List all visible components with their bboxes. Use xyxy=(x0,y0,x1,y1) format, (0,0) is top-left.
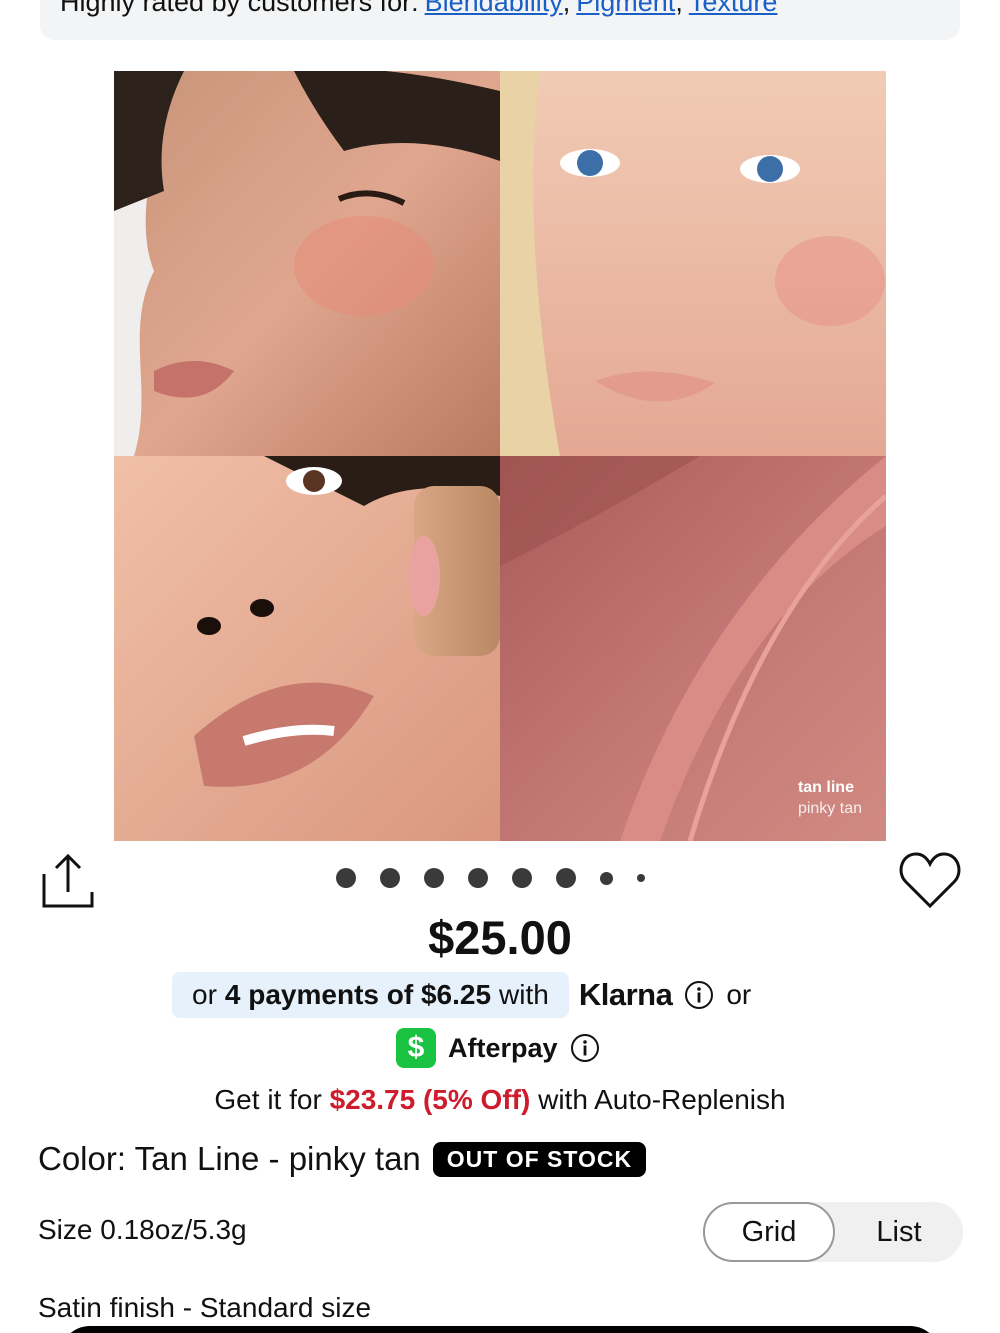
afterpay-info-icon[interactable] xyxy=(570,1033,600,1063)
color-label: Color: Tan Line - pinky tan xyxy=(38,1140,421,1177)
view-toggle[interactable]: Grid List xyxy=(703,1202,963,1262)
grid-view-button[interactable]: Grid xyxy=(703,1202,835,1262)
carousel-dots[interactable] xyxy=(336,868,645,888)
carousel-dot[interactable] xyxy=(600,871,613,885)
afterpay-row[interactable]: $ Afterpay xyxy=(396,1028,600,1068)
tag-link-pigment[interactable]: Pigment xyxy=(576,0,675,18)
klarna-or: or xyxy=(192,979,217,1010)
product-price: $25.00 xyxy=(428,911,572,964)
swatch-shade-sub: pinky tan xyxy=(797,800,862,817)
replenish-prefix: Get it for xyxy=(214,1084,322,1115)
afterpay-label: Afterpay xyxy=(448,1032,558,1063)
finish-label: Satin finish - Standard size xyxy=(38,1292,372,1323)
tag-link-blendability[interactable]: Blendability xyxy=(425,0,563,18)
klarna-pill[interactable]: or 4 payments of $6.25 with xyxy=(172,972,569,1018)
klarna-logo: Klarna xyxy=(578,977,673,1012)
rated-banner: Highly rated by customers for: Blendabil… xyxy=(40,0,960,40)
cashapp-icon: $ xyxy=(396,1028,436,1068)
auto-replenish-text: Get it for $23.75 (5% Off) with Auto-Rep… xyxy=(0,1084,1000,1116)
klarna-with: with xyxy=(499,979,549,1010)
rated-prefix: Highly rated by customers for: xyxy=(60,0,419,17)
swatch-label: tan line pinky tan xyxy=(798,777,862,819)
list-view-button[interactable]: List xyxy=(835,1202,963,1262)
color-row: Color: Tan Line - pinky tan OUT OF STOCK xyxy=(38,1140,647,1178)
klarna-or-after: or xyxy=(726,979,752,1010)
model-image-profile xyxy=(114,71,500,456)
heart-icon[interactable] xyxy=(898,850,962,910)
product-swatch-image: tan line pinky tan xyxy=(500,456,886,841)
carousel-dot[interactable] xyxy=(424,868,444,888)
klarna-row: or 4 payments of $6.25 with Klarna or xyxy=(172,972,751,1018)
product-image-gallery[interactable]: tan line pinky tan xyxy=(114,71,886,841)
model-image-application xyxy=(114,456,500,841)
carousel-dot[interactable] xyxy=(637,874,645,882)
klarna-payments: 4 payments of $6.25 xyxy=(224,979,492,1010)
size-label: Size 0.18oz/5.3g xyxy=(38,1214,247,1245)
replenish-suffix: with Auto-Replenish xyxy=(538,1084,786,1115)
carousel-dot[interactable] xyxy=(468,868,488,888)
bottom-action-bar[interactable] xyxy=(60,1326,940,1333)
carousel-dot[interactable] xyxy=(512,868,532,888)
share-icon[interactable] xyxy=(40,852,96,910)
carousel-dot[interactable] xyxy=(556,868,576,888)
out-of-stock-badge: OUT OF STOCK xyxy=(432,1141,647,1177)
tag-link-texture[interactable]: Texture xyxy=(689,0,778,18)
carousel-dot[interactable] xyxy=(380,868,400,888)
model-image-front xyxy=(500,71,886,456)
swatch-shade-name: tan line xyxy=(797,779,854,796)
carousel-dot[interactable] xyxy=(336,868,356,888)
klarna-info-icon[interactable] xyxy=(684,980,714,1010)
replenish-sale-price: $23.75 (5% Off) xyxy=(329,1084,531,1115)
